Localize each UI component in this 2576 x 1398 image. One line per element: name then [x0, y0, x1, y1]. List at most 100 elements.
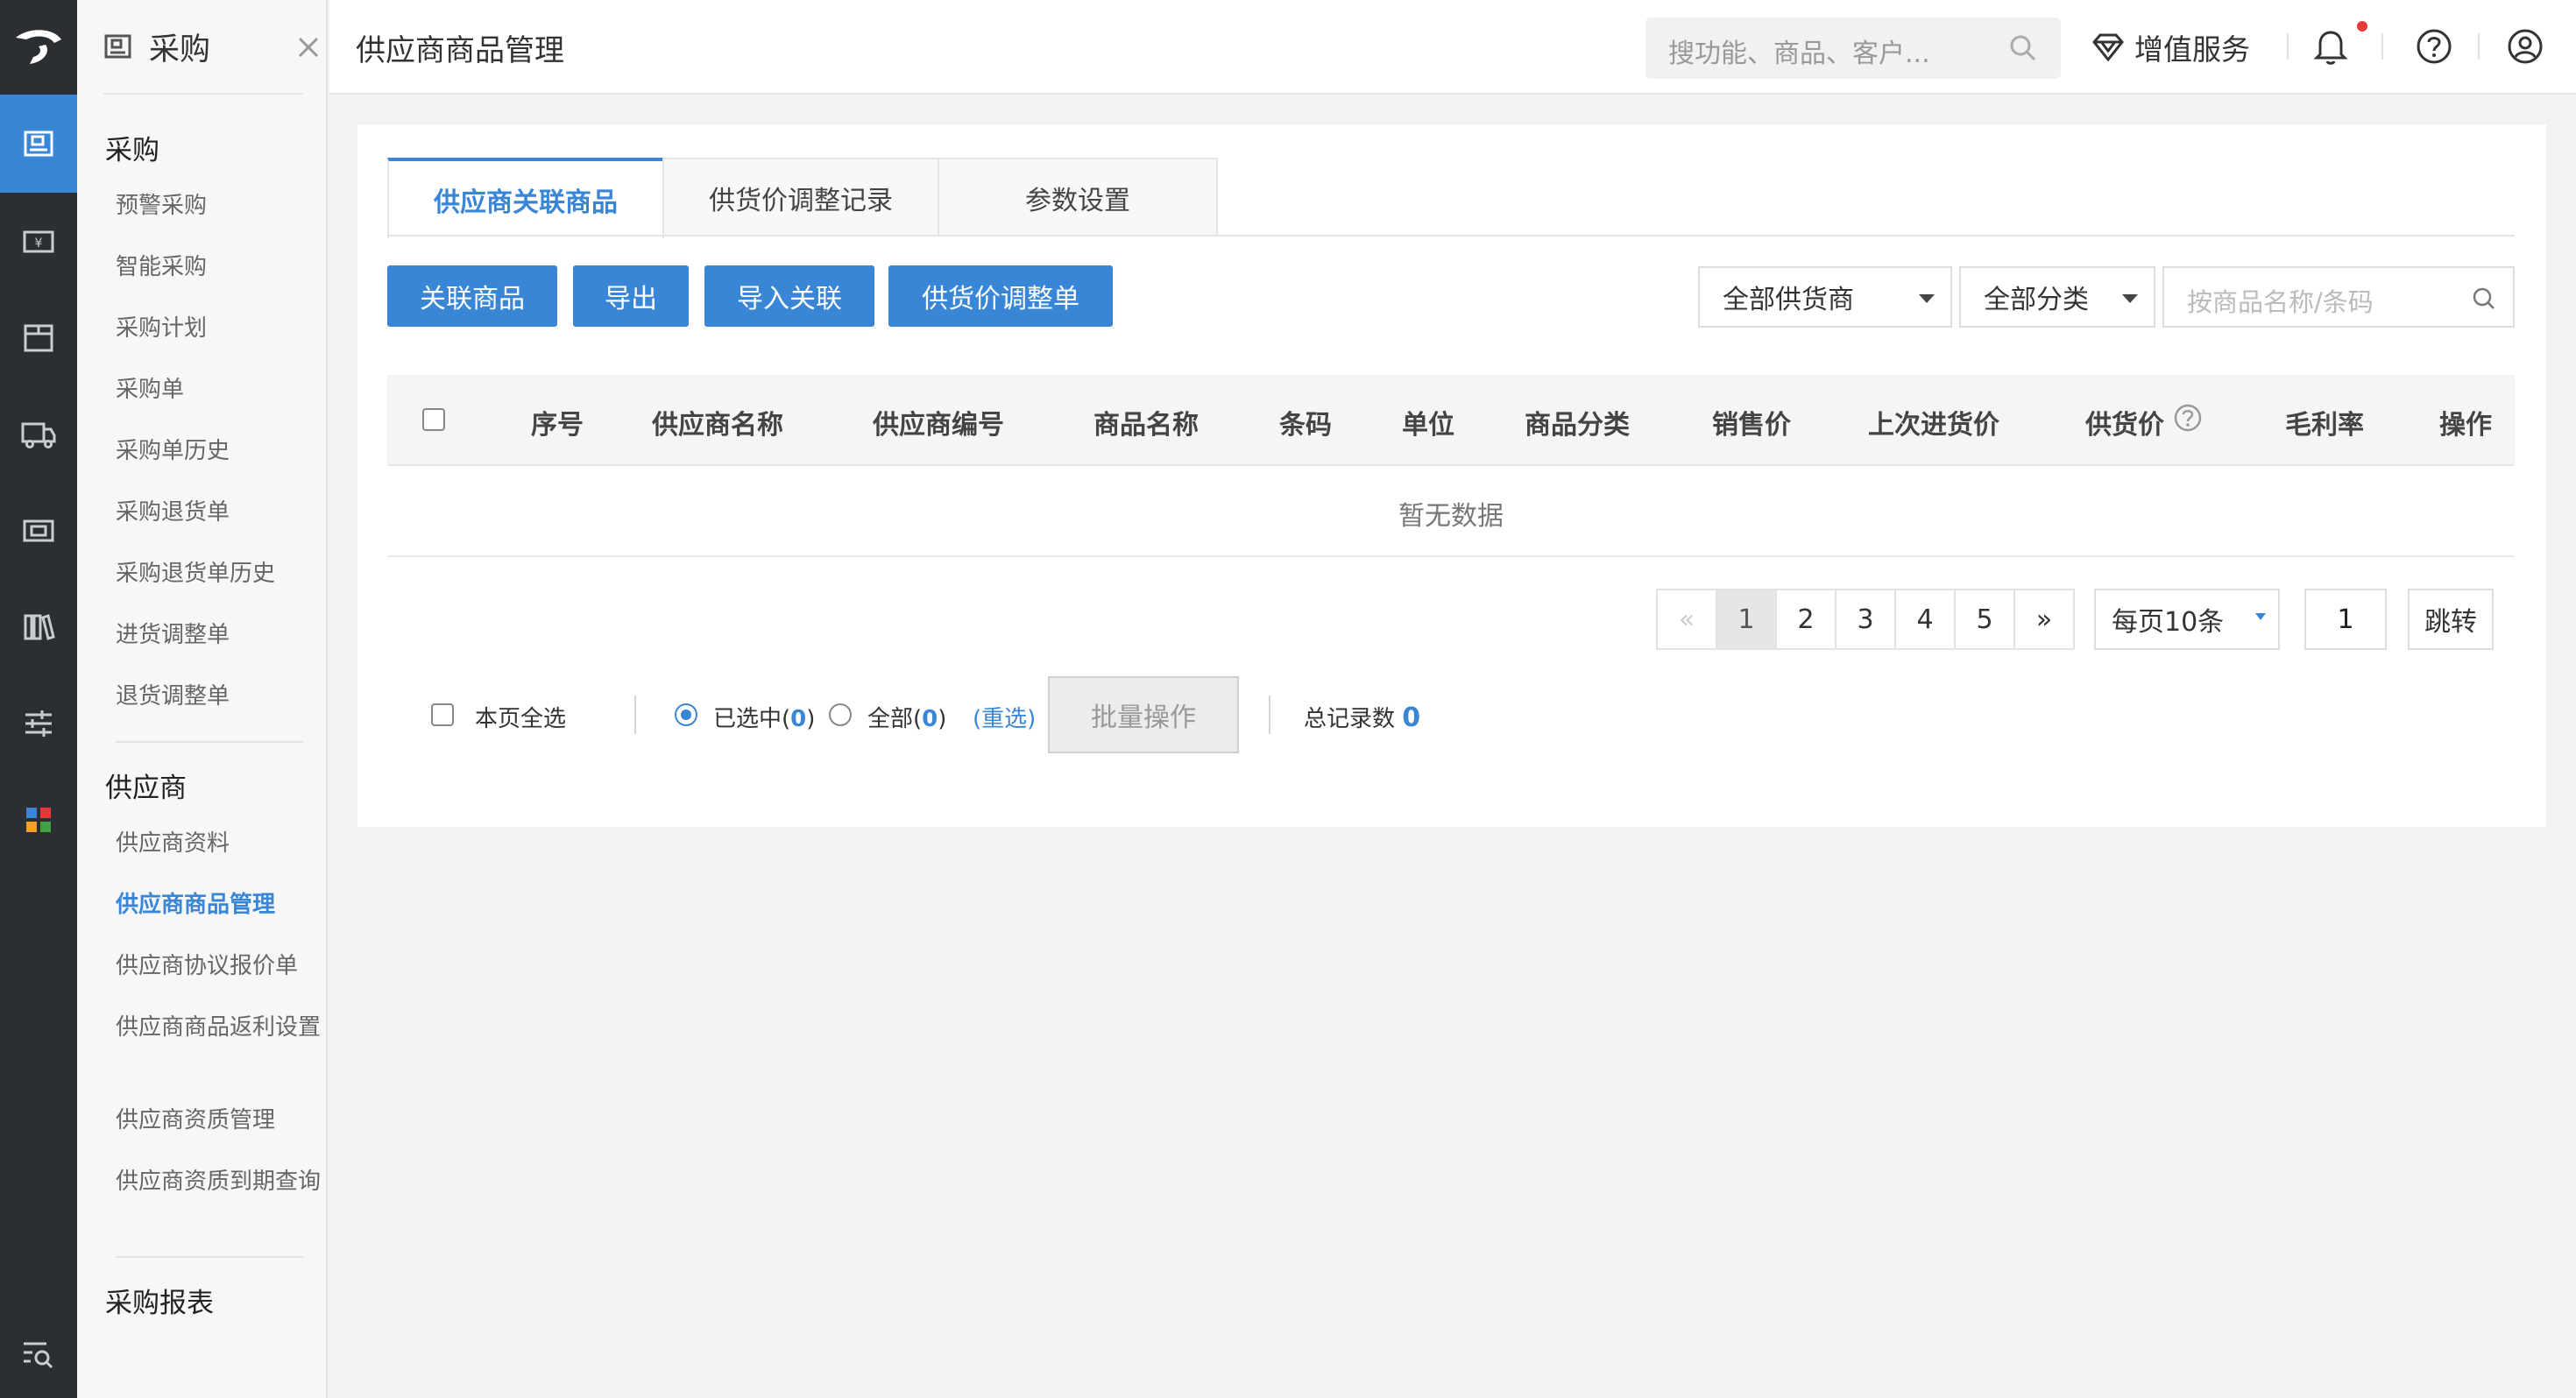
pagination: « 1 2 3 4 5 »	[1656, 589, 2075, 650]
col-unit: 单位	[1402, 410, 1454, 441]
category-select[interactable]: 全部分类	[1959, 266, 2155, 328]
header-divider	[2381, 33, 2383, 60]
batch-divider	[1269, 695, 1270, 734]
link-products-button[interactable]: 关联商品	[387, 265, 557, 327]
total-records: 总记录数 0	[1304, 701, 1420, 733]
jump-button[interactable]: 跳转	[2408, 589, 2494, 650]
menu-item-purchase-return[interactable]: 采购退货单	[116, 498, 326, 527]
submenu-title: 采购	[149, 32, 211, 67]
delivery-icon[interactable]	[0, 385, 77, 484]
col-supplier-code: 供应商编号	[873, 410, 1004, 441]
bell-icon[interactable]	[2310, 25, 2352, 68]
menu-group-supplier[interactable]: 供应商	[105, 766, 187, 805]
caret-down-icon	[2122, 294, 2138, 303]
tab-price-adjust-records[interactable]: 供货价调整记录	[662, 158, 939, 237]
inventory-icon[interactable]	[0, 289, 77, 387]
col-sale-price: 销售价	[1712, 410, 1791, 441]
import-link-button[interactable]: 导入关联	[704, 265, 874, 327]
page-button[interactable]: 1	[1716, 589, 1777, 650]
menu-group-purchase-report[interactable]: 采购报表	[105, 1281, 214, 1320]
prev-page-button[interactable]: «	[1656, 589, 1717, 650]
apps-icon[interactable]	[0, 771, 77, 869]
content-card: 供应商关联商品 供货价调整记录 参数设置 关联商品 导出 导入关联 供货价调整单…	[357, 124, 2546, 827]
export-button[interactable]: 导出	[573, 265, 689, 327]
caret-down-icon	[2255, 613, 2266, 620]
col-supplier-name: 供应商名称	[652, 410, 783, 441]
batch-operation-button[interactable]: 批量操作	[1048, 676, 1239, 753]
page-title: 供应商商品管理	[356, 33, 564, 68]
question-circle-icon[interactable]	[2173, 403, 2203, 433]
page-button[interactable]: 2	[1775, 589, 1836, 650]
value-added-services-button[interactable]: 增值服务	[2091, 26, 2250, 68]
select-all-checkbox[interactable]	[422, 408, 445, 431]
col-last-purchase-price: 上次进货价	[1868, 410, 1999, 441]
menu-group-purchase[interactable]: 采购	[105, 128, 159, 167]
search-menu-icon[interactable]	[0, 1310, 77, 1398]
page-button[interactable]: 3	[1835, 589, 1896, 650]
close-icon[interactable]	[291, 30, 326, 65]
svg-text:¥: ¥	[35, 237, 43, 251]
menu-item-warning-purchase[interactable]: 预警采购	[116, 191, 326, 221]
table-header: 序号 供应商名称 供应商编号 商品名称 条码 单位 商品分类 销售价 上次进货价…	[387, 375, 2515, 466]
header-divider	[2478, 33, 2480, 60]
col-barcode: 条码	[1279, 410, 1332, 441]
next-page-button[interactable]: »	[2013, 589, 2075, 650]
finance-icon[interactable]: ¥	[0, 193, 77, 291]
global-search-placeholder: 搜功能、商品、客户...	[1668, 39, 1930, 69]
col-supply-price-label: 供货价	[2085, 410, 2164, 441]
menu-item-qualification-expiry[interactable]: 供应商资质到期查询	[116, 1167, 326, 1197]
menu-item-purchase-order-history[interactable]: 采购单历史	[116, 436, 326, 466]
menu-item-purchase-plan[interactable]: 采购计划	[116, 314, 326, 343]
select-page-checkbox[interactable]	[431, 703, 454, 726]
store-icon[interactable]	[0, 482, 77, 580]
page-size-select[interactable]: 每页10条	[2094, 589, 2280, 650]
product-search-input[interactable]: 按商品名称/条码	[2162, 266, 2515, 328]
header-divider	[2287, 33, 2289, 60]
menu-item-purchase-return-history[interactable]: 采购退货单历史	[116, 559, 326, 589]
page-button[interactable]: 4	[1894, 589, 1956, 650]
user-avatar-icon[interactable]	[2504, 25, 2546, 68]
settings-sliders-icon[interactable]	[0, 674, 77, 773]
menu-item-purchase-order[interactable]: 采购单	[116, 375, 326, 405]
sub-menu: 采购 采购 预警采购 智能采购 采购计划 采购单 采购单历史 采购退货单 采购退…	[77, 0, 328, 1398]
books-icon[interactable]	[0, 578, 77, 676]
purchase-icon[interactable]	[0, 95, 77, 193]
total-value: 0	[1402, 703, 1421, 733]
jump-page-input[interactable]: 1	[2304, 589, 2387, 650]
page-size-value: 每页10条	[2112, 607, 2225, 638]
brand-logo-icon[interactable]	[0, 0, 77, 95]
menu-item-supplier-qualification[interactable]: 供应商资质管理	[116, 1105, 326, 1135]
tab-underline	[387, 235, 2515, 237]
global-search-input[interactable]: 搜功能、商品、客户...	[1645, 18, 2061, 79]
empty-text: 暂无数据	[1398, 501, 1504, 532]
tab-supplier-products[interactable]: 供应商关联商品	[387, 158, 664, 238]
col-actions: 操作	[2439, 410, 2492, 441]
menu-item-return-adjustment[interactable]: 退货调整单	[116, 681, 326, 711]
select-page-label: 本页全选	[475, 706, 567, 732]
search-icon[interactable]	[2008, 33, 2038, 63]
notification-dot	[2357, 21, 2367, 32]
menu-item-stock-in-adjustment[interactable]: 进货调整单	[116, 620, 326, 650]
reselect-link[interactable]: (重选)	[973, 701, 1036, 733]
menu-item-supplier-rebate[interactable]: 供应商商品返利设置	[116, 1013, 326, 1042]
table-empty-row: 暂无数据	[387, 466, 2515, 557]
supplier-select[interactable]: 全部供货商	[1698, 266, 1952, 328]
value-added-services-label: 增值服务	[2134, 32, 2250, 67]
all-radio[interactable]	[829, 703, 852, 726]
menu-item-supplier-profile[interactable]: 供应商资料	[116, 829, 326, 858]
page-button[interactable]: 5	[1954, 589, 2015, 650]
search-icon[interactable]	[2471, 286, 2497, 312]
tab-parameter-settings[interactable]: 参数设置	[938, 158, 1218, 237]
menu-item-supplier-quotation[interactable]: 供应商协议报价单	[116, 951, 326, 981]
menu-item-smart-purchase[interactable]: 智能采购	[116, 252, 326, 282]
nav-rail: ¥	[0, 0, 77, 1398]
help-icon[interactable]	[2413, 25, 2455, 68]
price-adjust-order-button[interactable]: 供货价调整单	[888, 265, 1113, 327]
total-label: 总记录数	[1304, 706, 1396, 732]
all-close-paren: )	[938, 706, 947, 732]
submenu-header: 采购	[103, 0, 303, 95]
purchase-icon	[104, 34, 131, 59]
col-supply-price: 供货价	[2085, 403, 2203, 441]
selected-radio[interactable]	[675, 703, 697, 726]
menu-item-supplier-products[interactable]: 供应商商品管理	[116, 890, 326, 920]
